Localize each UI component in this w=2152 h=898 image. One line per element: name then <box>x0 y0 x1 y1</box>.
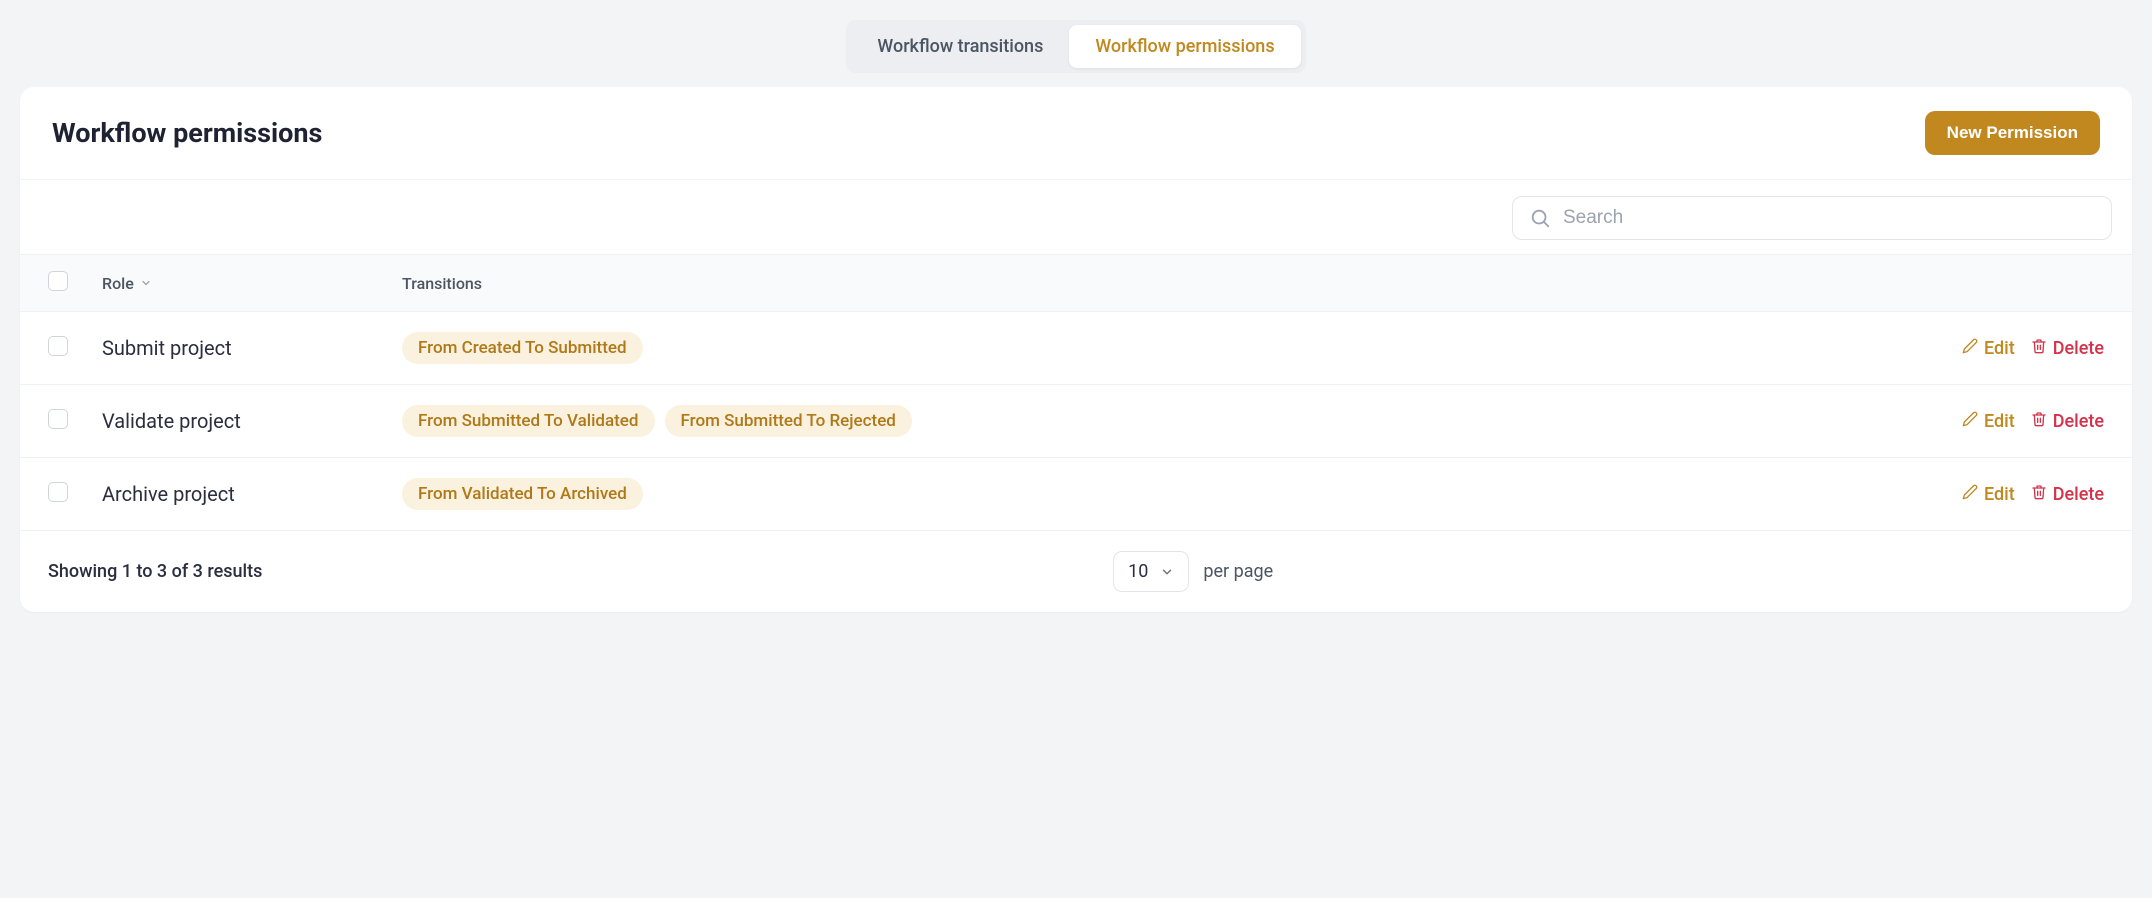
trash-icon <box>2031 338 2047 359</box>
edit-label: Edit <box>1984 411 2015 432</box>
card-footer: Showing 1 to 3 of 3 results 10 per page <box>20 531 2132 612</box>
search-input[interactable] <box>1563 207 2095 229</box>
select-all-checkbox[interactable] <box>48 271 68 291</box>
tabs-wrapper: Workflow transitions Workflow permission… <box>20 20 2132 73</box>
tab-workflow-permissions[interactable]: Workflow permissions <box>1069 25 1300 68</box>
delete-label: Delete <box>2053 411 2104 432</box>
per-page-label: per page <box>1203 561 1273 582</box>
transition-pill: From Validated To Archived <box>402 478 643 510</box>
table-row: Validate project From Submitted To Valida… <box>20 385 2132 458</box>
pencil-icon <box>1962 411 1978 432</box>
card-header: Workflow permissions New Permission <box>20 87 2132 180</box>
table-row: Archive project From Validated To Archive… <box>20 458 2132 531</box>
row-transitions-cell: From Created To Submitted <box>390 312 1667 385</box>
results-summary: Showing 1 to 3 of 3 results <box>48 561 262 582</box>
pencil-icon <box>1962 484 1978 505</box>
trash-icon <box>2031 411 2047 432</box>
page-size-select[interactable]: 10 <box>1113 551 1189 592</box>
delete-label: Delete <box>2053 484 2104 505</box>
header-role-label: Role <box>102 274 134 293</box>
new-permission-button[interactable]: New Permission <box>1925 111 2100 155</box>
row-role-cell: Submit project <box>90 312 390 385</box>
row-checkbox[interactable] <box>48 482 68 502</box>
row-actions-cell: Edit Delete <box>1667 312 2132 385</box>
delete-button[interactable]: Delete <box>2031 411 2104 432</box>
transition-pill: From Created To Submitted <box>402 332 643 364</box>
permissions-card: Workflow permissions New Permission Role… <box>20 87 2132 612</box>
row-checkbox[interactable] <box>48 336 68 356</box>
chevron-down-icon <box>140 277 152 289</box>
chevron-down-icon <box>1160 565 1174 579</box>
delete-label: Delete <box>2053 338 2104 359</box>
trash-icon <box>2031 484 2047 505</box>
page-size-value: 10 <box>1128 561 1148 582</box>
table-row: Submit project From Created To Submitted E… <box>20 312 2132 385</box>
header-transitions: Transitions <box>390 255 1667 312</box>
row-actions-cell: Edit Delete <box>1667 458 2132 531</box>
header-role[interactable]: Role <box>90 255 390 312</box>
row-transitions-cell: From Submitted To Validated From Submitte… <box>390 385 1667 458</box>
row-transitions-cell: From Validated To Archived <box>390 458 1667 531</box>
row-checkbox-cell <box>20 312 90 385</box>
role-name: Validate project <box>102 409 241 433</box>
row-actions-cell: Edit Delete <box>1667 385 2132 458</box>
pencil-icon <box>1962 338 1978 359</box>
header-actions <box>1667 255 2132 312</box>
row-role-cell: Validate project <box>90 385 390 458</box>
search-box[interactable] <box>1512 196 2112 240</box>
page-size-control: 10 per page <box>1113 551 1273 592</box>
row-checkbox-cell <box>20 385 90 458</box>
search-row <box>20 180 2132 254</box>
transition-pill: From Submitted To Rejected <box>665 405 912 437</box>
permissions-table: Role Transitions Submit project From Crea… <box>20 254 2132 531</box>
page-title: Workflow permissions <box>52 117 322 149</box>
row-role-cell: Archive project <box>90 458 390 531</box>
row-checkbox[interactable] <box>48 409 68 429</box>
tabs: Workflow transitions Workflow permission… <box>846 20 1305 73</box>
transition-pill: From Submitted To Validated <box>402 405 655 437</box>
header-checkbox-col <box>20 255 90 312</box>
row-checkbox-cell <box>20 458 90 531</box>
edit-label: Edit <box>1984 484 2015 505</box>
search-icon <box>1529 207 1551 229</box>
role-name: Submit project <box>102 336 232 360</box>
delete-button[interactable]: Delete <box>2031 338 2104 359</box>
edit-button[interactable]: Edit <box>1962 411 2015 432</box>
edit-label: Edit <box>1984 338 2015 359</box>
edit-button[interactable]: Edit <box>1962 484 2015 505</box>
role-name: Archive project <box>102 482 235 506</box>
edit-button[interactable]: Edit <box>1962 338 2015 359</box>
tab-workflow-transitions[interactable]: Workflow transitions <box>851 25 1069 68</box>
delete-button[interactable]: Delete <box>2031 484 2104 505</box>
